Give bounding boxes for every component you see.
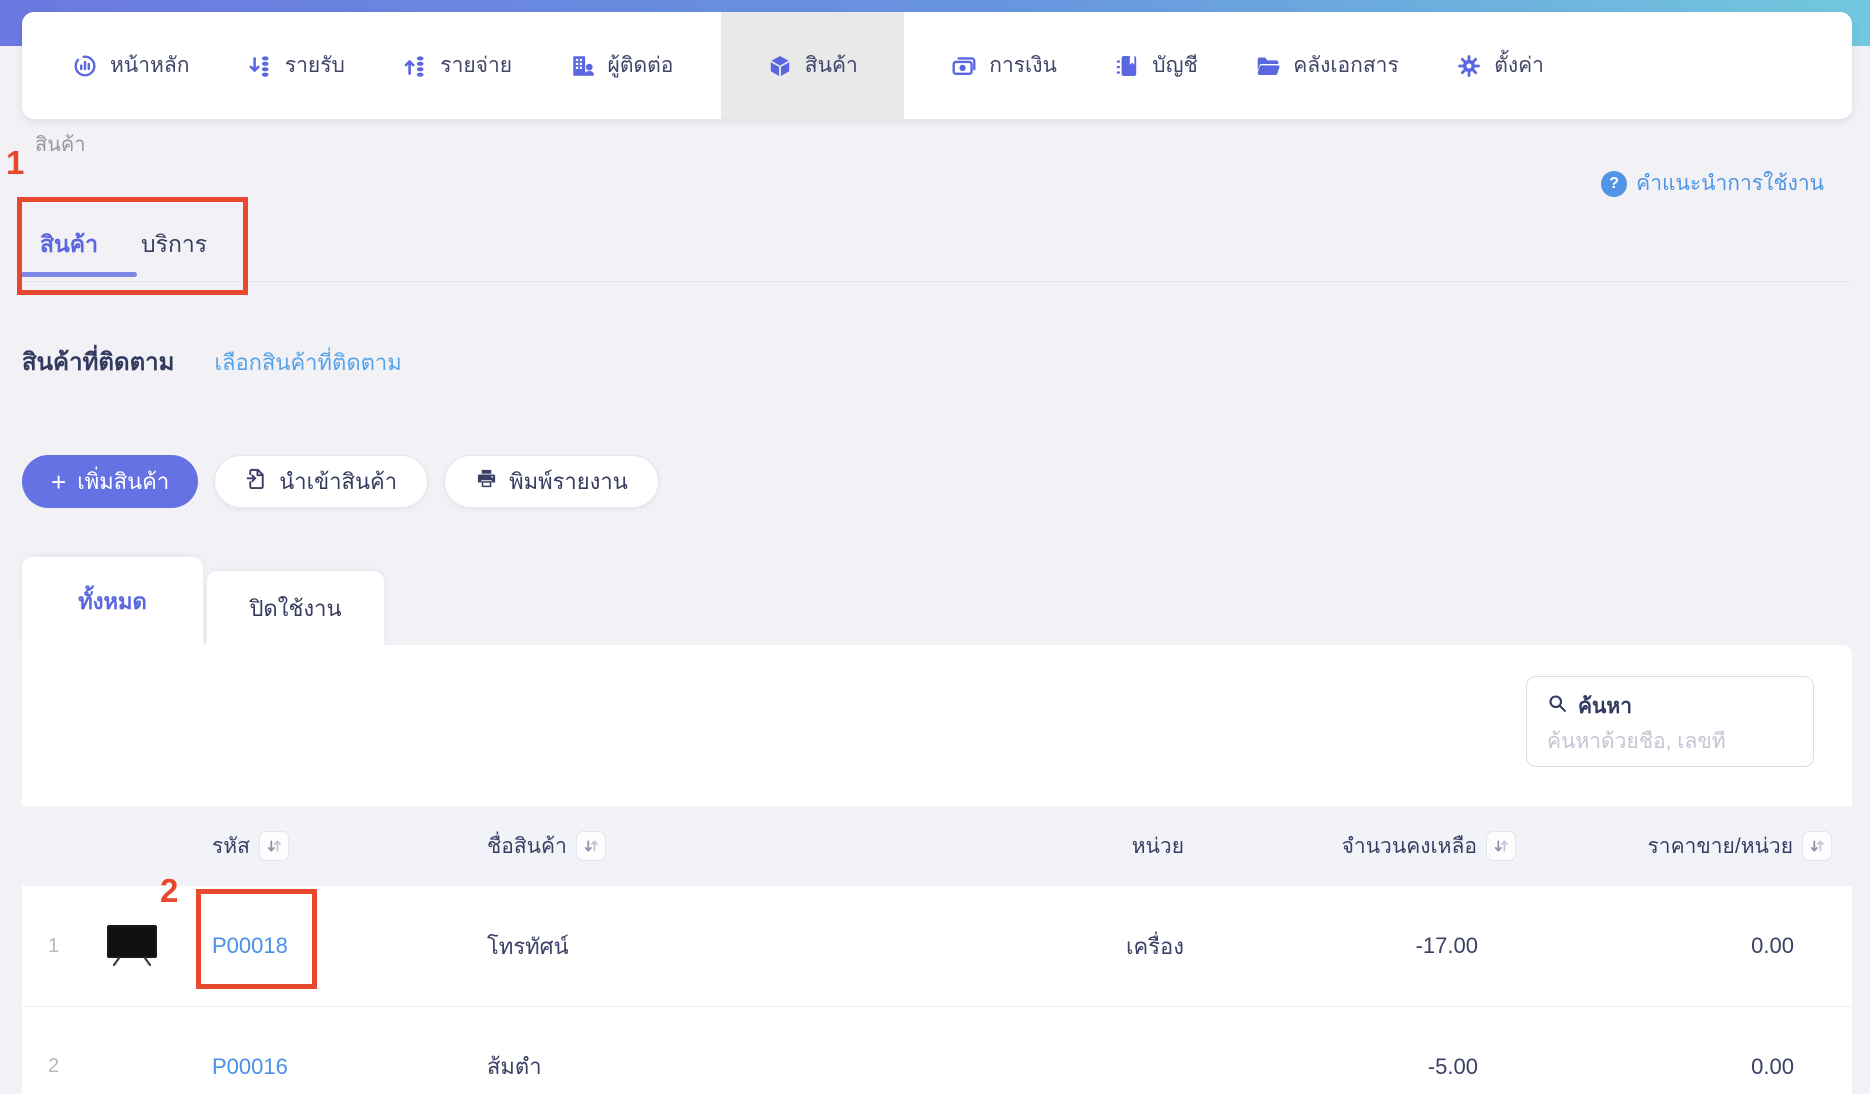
search-icon (1547, 693, 1568, 720)
search-input[interactable] (1547, 730, 1793, 754)
import-file-icon (245, 467, 268, 496)
header-product-name[interactable]: ชื่อสินค้า (446, 830, 1042, 863)
header-unit-label: หน่วย (1131, 834, 1184, 858)
import-products-label: นำเข้าสินค้า (279, 469, 398, 494)
nav-item-finance[interactable]: การเงิน (941, 12, 1067, 119)
list-tab-disabled[interactable]: ปิดใช้งาน (207, 571, 384, 646)
list-tab-all-label: ทั้งหมด (78, 589, 147, 614)
product-thumbnail-cell (86, 924, 196, 968)
import-products-button[interactable]: นำเข้าสินค้า (214, 455, 429, 508)
search-label: ค้นหา (1578, 695, 1633, 718)
income-icon (247, 53, 273, 79)
sort-icon[interactable] (575, 831, 606, 861)
header-quantity-label: จำนวนคงเหลือ (1341, 834, 1477, 858)
annotation-box-2 (196, 889, 317, 989)
header-code[interactable]: รหัส (196, 830, 446, 863)
nav-item-income[interactable]: รายรับ (237, 12, 355, 119)
nav-item-documents[interactable]: คลังเอกสาร (1245, 12, 1409, 119)
product-code-link[interactable]: P00016 (212, 1054, 288, 1080)
print-report-button[interactable]: พิมพ์รายงาน (444, 455, 659, 508)
table-row: 2 P00016 ส้มตำ -5.00 0.00 (22, 1006, 1852, 1094)
header-name-label: ชื่อสินค้า (487, 834, 567, 858)
finance-banknote-icon (951, 53, 977, 79)
row-number: 1 (48, 934, 60, 957)
tv-product-image (106, 924, 158, 968)
header-quantity[interactable]: จำนวนคงเหลือ (1232, 830, 1522, 863)
nav-item-settings[interactable]: ตั้งค่า (1446, 12, 1554, 119)
product-quantity-cell: -17.00 (1415, 933, 1478, 958)
header-price[interactable]: ราคาขาย/หน่วย (1522, 830, 1852, 863)
select-watchlist-link[interactable]: เลือกสินค้าที่ติดตาม (214, 345, 401, 380)
help-circle-icon: ? (1601, 170, 1628, 197)
toolbar: + เพิ่มสินค้า นำเข้าสินค้า พิมพ์รายงาน (22, 455, 659, 508)
usage-guide-label: คำแนะนำการใช้งาน (1636, 172, 1824, 195)
tabs-divider (22, 281, 1850, 282)
nav-item-accounting[interactable]: บัญชี (1104, 12, 1207, 119)
products-page: { "nav": { "items": [ { "label": "หน้าหล… (0, 0, 1870, 1094)
products-cube-icon (767, 53, 793, 79)
main-navbar: หน้าหลัก รายรับ รายจ่าย ผู้ติดต่อ สินค้า… (22, 12, 1852, 119)
nav-item-home[interactable]: หน้าหลัก (62, 12, 199, 119)
row-number: 2 (48, 1055, 60, 1077)
dashboard-icon (72, 53, 98, 79)
products-panel: ค้นหา รหัส ชื่อสินค้า (22, 645, 1852, 1094)
product-unit-cell: เครื่อง (1125, 933, 1184, 959)
watchlist-row: สินค้าที่ติดตาม เลือกสินค้าที่ติดตาม (22, 342, 402, 381)
product-quantity-cell: -5.00 (1427, 1053, 1478, 1079)
header-unit: หน่วย (1042, 830, 1232, 863)
product-price-cell: 0.00 (1751, 933, 1794, 958)
search-label-row: ค้นหา (1547, 690, 1793, 723)
header-price-label: ราคาขาย/หน่วย (1647, 834, 1794, 858)
list-tab-all[interactable]: ทั้งหมด (22, 557, 203, 646)
usage-guide-link[interactable]: ? คำแนะนำการใช้งาน (1601, 167, 1824, 200)
product-price-cell: 0.00 (1751, 1053, 1794, 1079)
plus-icon: + (51, 466, 67, 497)
printer-icon (475, 467, 498, 496)
product-code-cell: P00016 (196, 1054, 446, 1080)
nav-item-label: สินค้า (804, 54, 858, 77)
documents-folder-icon (1255, 53, 1281, 79)
breadcrumb: สินค้า (35, 134, 86, 156)
annotation-number-1: 1 (6, 144, 25, 181)
product-name-cell: โทรทัศน์ (487, 933, 569, 959)
sort-icon[interactable] (1486, 831, 1516, 861)
table-header: รหัส ชื่อสินค้า หน่วย จำนวนคงเหลือ ราคาข… (22, 806, 1852, 886)
contacts-icon (570, 53, 596, 79)
accounting-book-icon (1114, 53, 1140, 79)
annotation-number-2: 2 (160, 872, 179, 909)
sort-icon[interactable] (258, 831, 289, 861)
nav-item-expense[interactable]: รายจ่าย (392, 12, 522, 119)
product-name-cell: ส้มตำ (487, 1054, 542, 1079)
nav-strip: หน้าหลัก รายรับ รายจ่าย ผู้ติดต่อ สินค้า… (62, 12, 1554, 119)
print-report-label: พิมพ์รายงาน (509, 469, 628, 494)
nav-item-label: การเงิน (989, 54, 1057, 77)
add-product-button[interactable]: + เพิ่มสินค้า (22, 455, 199, 508)
nav-item-label: หน้าหลัก (110, 54, 190, 77)
list-tab-disabled-label: ปิดใช้งาน (249, 596, 342, 621)
search-box[interactable]: ค้นหา (1526, 676, 1814, 767)
settings-gear-icon (1456, 53, 1482, 79)
watchlist-title: สินค้าที่ติดตาม (22, 349, 175, 376)
nav-item-label: บัญชี (1152, 54, 1198, 77)
expense-icon (402, 53, 428, 79)
add-product-label: เพิ่มสินค้า (77, 469, 170, 494)
nav-item-products[interactable]: สินค้า (720, 12, 904, 119)
nav-item-label: ตั้งค่า (1494, 54, 1544, 77)
nav-item-label: รายรับ (284, 54, 345, 77)
nav-item-label: รายจ่าย (440, 54, 513, 77)
nav-item-label: คลังเอกสาร (1293, 54, 1399, 77)
annotation-box-1 (17, 197, 248, 295)
nav-item-contacts[interactable]: ผู้ติดต่อ (560, 12, 684, 119)
header-code-label: รหัส (212, 834, 250, 858)
nav-item-label: ผู้ติดต่อ (607, 54, 674, 77)
sort-icon[interactable] (1802, 831, 1832, 861)
